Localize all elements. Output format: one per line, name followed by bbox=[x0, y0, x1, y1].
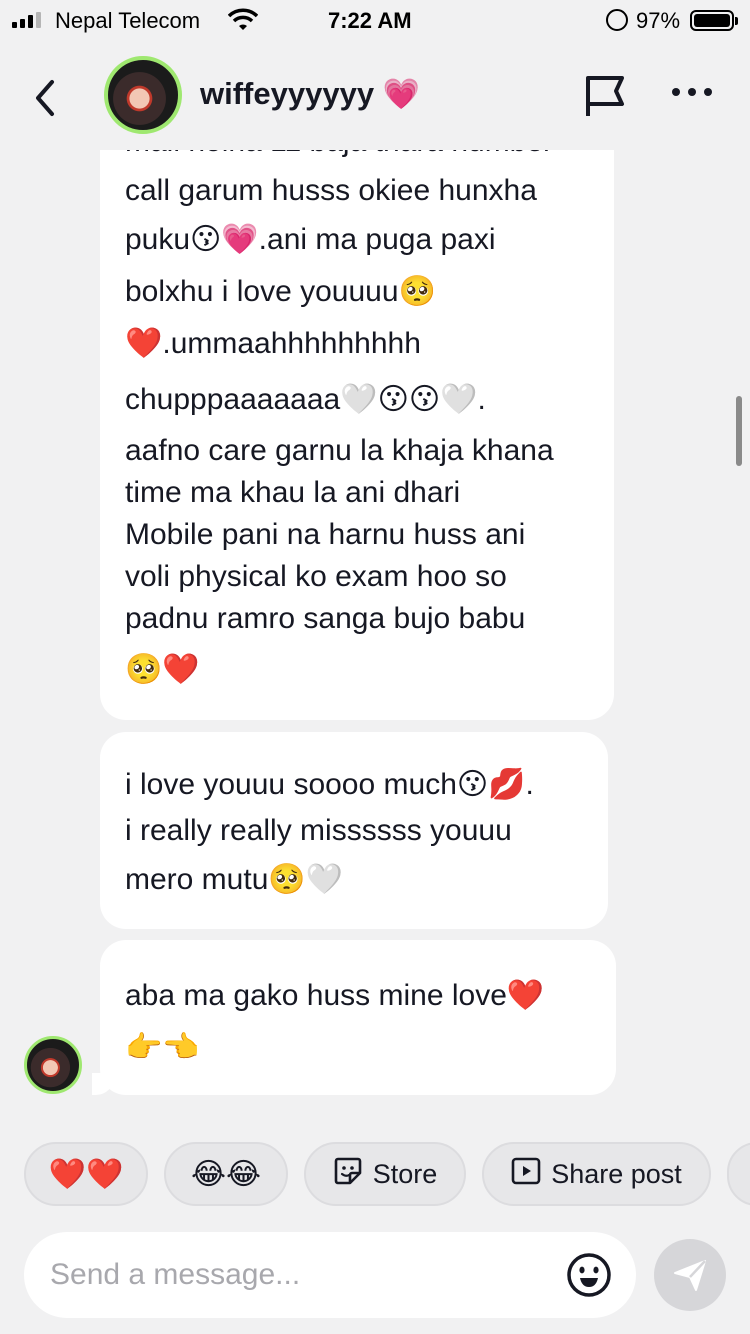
chat-username[interactable]: wiffeyyyyyy 💗 bbox=[200, 76, 420, 112]
more-icon[interactable] bbox=[672, 88, 716, 102]
quick-reply-laugh[interactable]: 😂😂 bbox=[164, 1142, 288, 1206]
signal-icon bbox=[12, 12, 41, 28]
clock: 7:22 AM bbox=[328, 8, 412, 33]
message-bubble: aba ma gako huss mine love❤️ 👉👈 bbox=[92, 940, 616, 1095]
message-composer bbox=[24, 1232, 636, 1318]
emoji-icon[interactable] bbox=[566, 1252, 612, 1298]
back-icon[interactable] bbox=[28, 76, 64, 120]
quick-reply-more[interactable] bbox=[727, 1142, 750, 1206]
wifi-icon bbox=[227, 8, 259, 38]
carrier-name: Nepal Telecom bbox=[55, 8, 201, 33]
message-input[interactable] bbox=[50, 1252, 550, 1298]
message-text: i love youuu soooo much😗💋. i really real… bbox=[125, 768, 534, 896]
chat-header: wiffeyyyyyy 💗 bbox=[0, 50, 750, 150]
scrollbar[interactable] bbox=[736, 396, 742, 466]
message-bubble: i love youuu soooo much😗💋. i really real… bbox=[100, 732, 608, 929]
orientation-lock-icon bbox=[606, 9, 628, 31]
flag-icon[interactable] bbox=[584, 74, 628, 118]
sender-avatar[interactable] bbox=[24, 1036, 82, 1094]
username-emoji: 💗 bbox=[382, 78, 421, 111]
share-post-button[interactable]: Share post bbox=[482, 1142, 711, 1206]
username-text: wiffeyyyyyy bbox=[200, 76, 375, 111]
message-bubble: mali hoina 11 baja thara number call gar… bbox=[100, 150, 614, 720]
sticker-icon bbox=[333, 1156, 363, 1193]
send-button[interactable] bbox=[654, 1239, 726, 1311]
store-label: Store bbox=[372, 1158, 438, 1189]
avatar[interactable] bbox=[104, 56, 182, 134]
message-text: aba ma gako huss mine love❤️ 👉👈 bbox=[125, 979, 545, 1064]
message-text: mali hoina 11 baja thara number call gar… bbox=[125, 150, 554, 686]
share-post-label: Share post bbox=[551, 1158, 682, 1189]
store-button[interactable]: Store bbox=[304, 1142, 466, 1206]
status-bar: Nepal Telecom 7:22 AM 97% bbox=[0, 0, 750, 40]
play-icon bbox=[511, 1156, 541, 1193]
chat-thread: mali hoina 11 baja thara number call gar… bbox=[0, 150, 750, 1110]
battery-percent: 97% bbox=[636, 8, 681, 33]
quick-replies: ❤️❤️ 😂😂 Store Share post bbox=[24, 1142, 750, 1206]
quick-reply-hearts[interactable]: ❤️❤️ bbox=[24, 1142, 148, 1206]
battery-icon bbox=[690, 10, 738, 31]
send-icon bbox=[674, 1260, 706, 1291]
